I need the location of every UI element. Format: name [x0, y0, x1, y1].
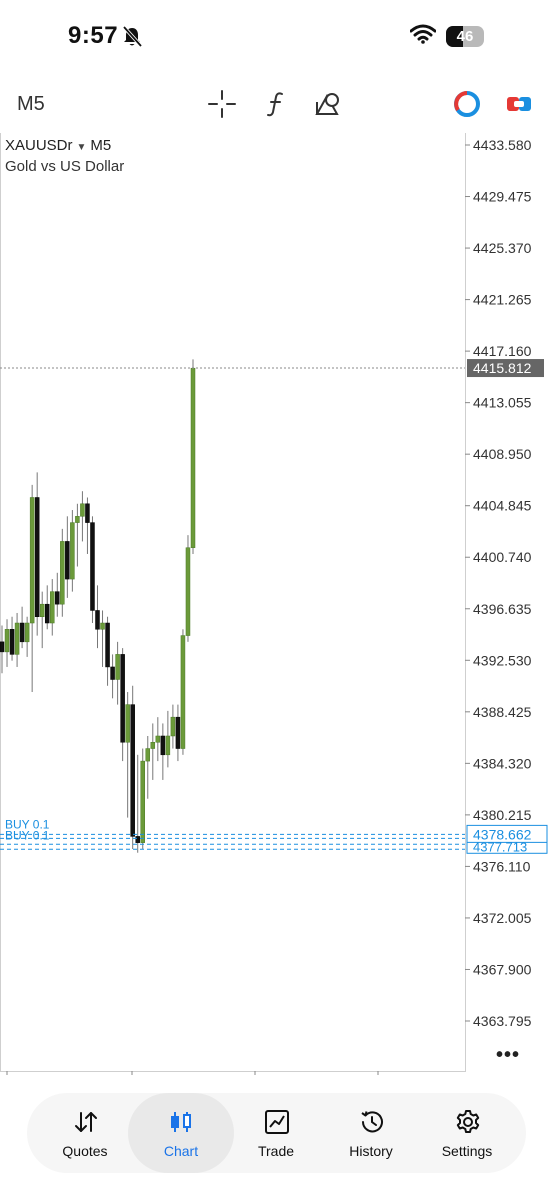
nav-history-label: History	[349, 1143, 393, 1159]
y-tick-label: 4400.740	[473, 549, 532, 565]
battery-percent: 46	[456, 28, 474, 45]
candle-body	[110, 666, 115, 680]
wifi-icon	[410, 24, 436, 44]
candle-body	[70, 522, 75, 580]
bottom-nav: Quotes Chart Trade History Settings	[27, 1093, 526, 1173]
candle-body	[155, 735, 161, 743]
y-tick-label: 4367.900	[473, 961, 532, 977]
settings-gear-icon	[456, 1110, 480, 1133]
candle-body	[0, 641, 5, 653]
candle-body	[130, 704, 135, 837]
symbol-description: Gold vs US Dollar	[5, 158, 125, 175]
symbol-name[interactable]: XAUUSDr	[5, 137, 73, 154]
y-tick-label: 4417.160	[473, 343, 532, 359]
candle-body	[125, 704, 130, 743]
candle-body	[9, 629, 15, 655]
y-tick-label: 4376.110	[473, 858, 531, 874]
y-tick-label: 4392.530	[473, 652, 532, 668]
one-click-trading-icon[interactable]	[451, 88, 483, 120]
candle-body	[50, 591, 55, 624]
candle-body	[65, 541, 70, 580]
history-clock-icon	[361, 1111, 383, 1133]
price-lines: 4415.812BUY 0.1BUY 0.14377.7134378.662	[0, 359, 548, 854]
symbol-header[interactable]: XAUUSDr ▼ M5	[5, 137, 111, 154]
crosshair-icon[interactable]	[206, 88, 238, 120]
chart-toolbar: M5	[0, 80, 553, 128]
candle-body	[29, 497, 35, 624]
candle-body	[95, 610, 100, 630]
price-axis: 4433.580 4429.475 4425.370 4421.265 4417.160…	[465, 137, 532, 1029]
y-tick-label: 4408.950	[473, 446, 532, 462]
y-tick-label: 4384.320	[473, 755, 532, 771]
candles-group	[0, 359, 196, 853]
status-bar: 9:57 46	[0, 0, 553, 74]
candle-body	[190, 367, 196, 548]
y-tick-label: 4421.265	[473, 292, 532, 308]
y-tick-label: 4372.005	[473, 910, 532, 926]
y-tick-label: 4413.055	[473, 395, 532, 411]
nav-history[interactable]: History	[323, 1093, 419, 1173]
nav-chart[interactable]: Chart	[128, 1093, 234, 1173]
candle-body	[115, 654, 120, 680]
candle-body	[160, 735, 166, 756]
candle-body	[44, 603, 50, 624]
candle-body	[39, 603, 45, 617]
candle-body	[175, 716, 181, 749]
y-tick-label: 4380.215	[473, 807, 532, 823]
order-label-1: BUY 0.1	[5, 817, 50, 831]
nav-chart-label: Chart	[163, 1143, 199, 1159]
candle-body	[24, 622, 30, 643]
battery-indicator: 46	[446, 26, 484, 47]
candle-body	[19, 622, 25, 643]
nav-trade[interactable]: Trade	[228, 1093, 324, 1173]
nav-quotes[interactable]: Quotes	[37, 1093, 133, 1173]
timeframe-button[interactable]: M5	[17, 93, 45, 116]
more-options-icon[interactable]: •••	[496, 1044, 520, 1067]
candle-body	[170, 716, 176, 737]
symbol-dropdown-icon[interactable]: ▼	[77, 142, 87, 153]
candle-body	[145, 748, 151, 762]
candle-body	[185, 547, 191, 636]
candle-body	[165, 735, 171, 756]
nav-quotes-label: Quotes	[62, 1143, 108, 1159]
candle-body	[135, 836, 140, 843]
candle-body	[60, 541, 65, 605]
candle-body	[85, 503, 90, 523]
nav-settings[interactable]: Settings	[419, 1093, 515, 1173]
candle-body	[34, 497, 40, 617]
candle-body	[180, 635, 186, 749]
trade-panel-icon[interactable]	[503, 88, 535, 120]
y-tick-label: 4404.845	[473, 498, 532, 514]
candle-body	[140, 760, 145, 843]
y-tick-label: 4433.580	[473, 137, 532, 153]
candle-body	[90, 522, 95, 611]
indicators-f-icon[interactable]	[260, 88, 292, 120]
price-chart[interactable]: 4433.580 4429.475 4425.370 4421.265 4417.160…	[0, 133, 553, 1075]
trade-line-icon	[265, 1110, 289, 1134]
y-tick-label: 4363.795	[473, 1013, 532, 1029]
candle-body	[100, 622, 105, 630]
current-price-label: 4415.812	[473, 360, 532, 376]
y-tick-label: 4396.635	[473, 601, 532, 617]
status-time: 9:57	[68, 22, 119, 49]
bell-muted-icon	[122, 26, 142, 48]
y-tick-label: 4388.425	[473, 704, 532, 720]
candle-body	[55, 591, 60, 605]
candle-body	[75, 516, 80, 523]
y-tick-label: 4429.475	[473, 189, 532, 205]
candle-body	[105, 622, 110, 668]
nav-settings-label: Settings	[441, 1143, 493, 1159]
candle-body	[80, 503, 85, 517]
y-tick-label: 4425.370	[473, 240, 532, 256]
candle-body	[150, 742, 156, 749]
candle-body	[14, 622, 20, 655]
candles-icon	[171, 1112, 191, 1132]
symbol-timeframe: M5	[90, 137, 112, 154]
nav-trade-label: Trade	[257, 1143, 295, 1159]
objects-shapes-icon[interactable]	[313, 88, 345, 120]
order-price-label-1: 4378.662	[473, 826, 532, 842]
candle-body	[4, 629, 10, 653]
quotes-arrows-icon	[75, 1112, 97, 1132]
candle-body	[120, 654, 125, 743]
